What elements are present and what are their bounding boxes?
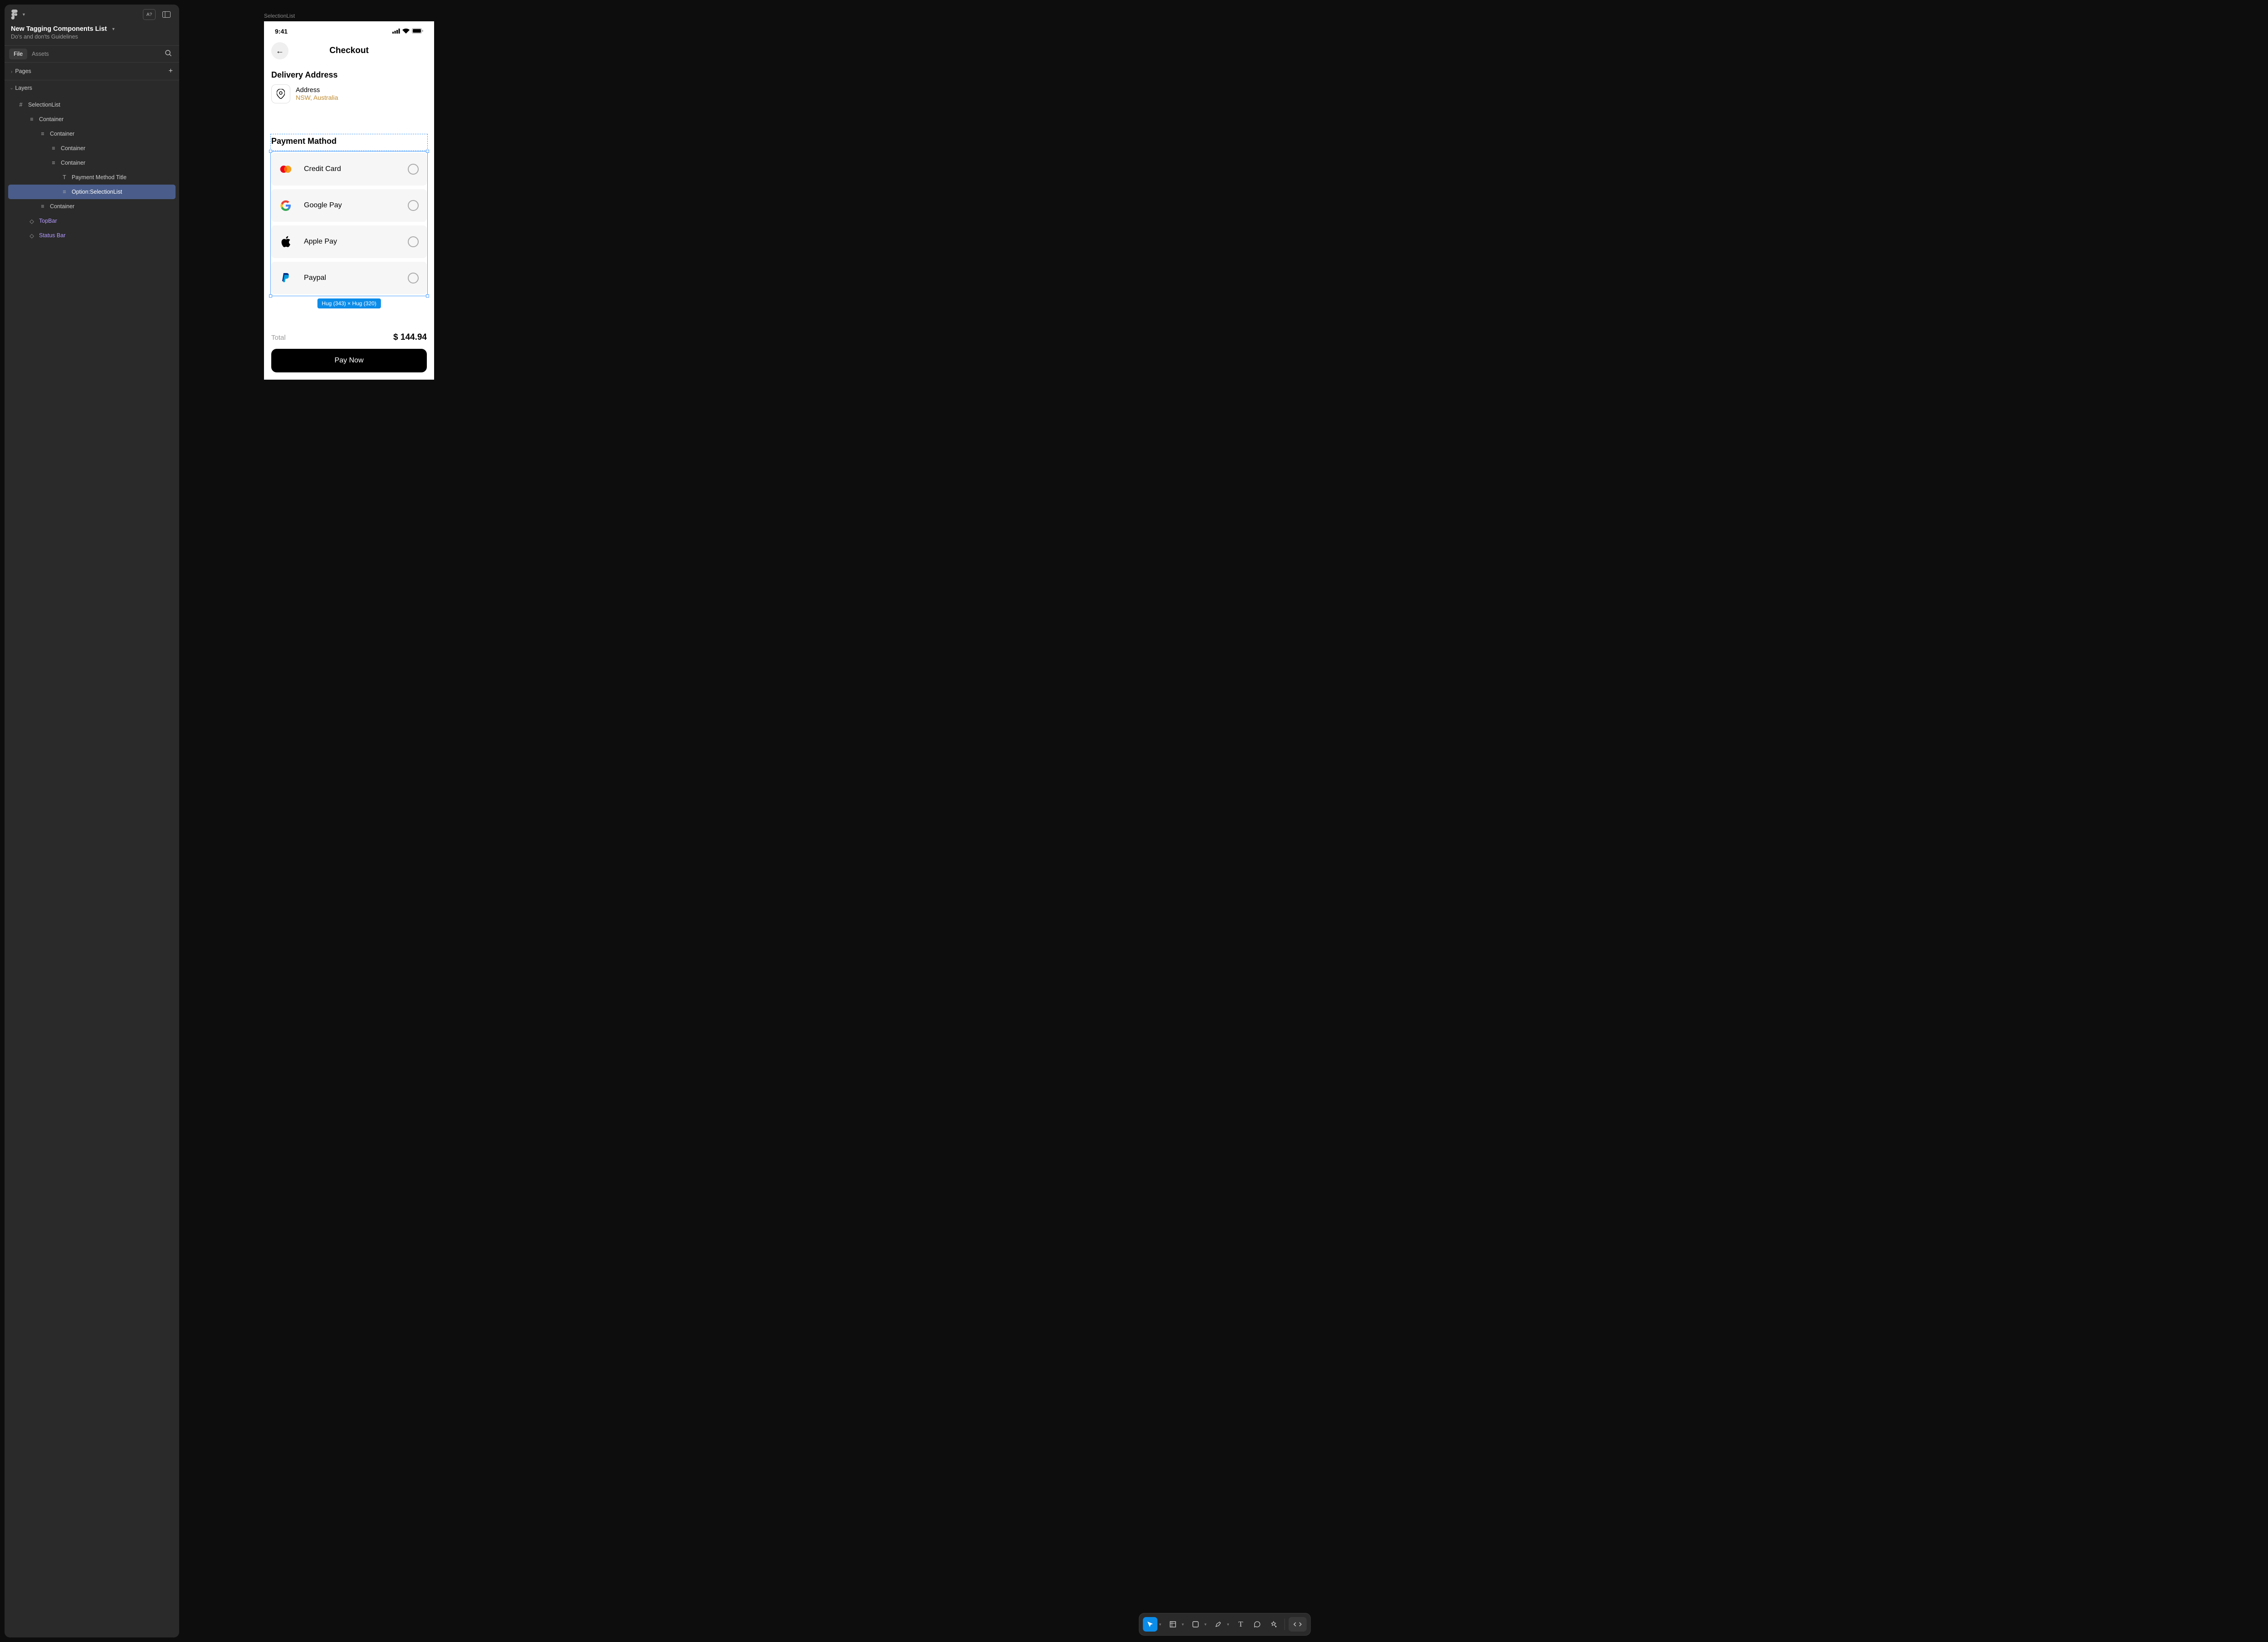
tab-assets[interactable]: Assets [27,49,54,59]
pages-label: Pages [15,68,31,74]
checkout-footer: Total $ 144.94 Pay Now [264,325,434,380]
resize-handle-br[interactable] [426,294,429,298]
toolbar-separator [1284,1618,1285,1630]
address-label: Address [296,87,338,94]
layer-container[interactable]: ≡Container [5,199,179,214]
arrow-left-icon: ← [276,46,284,56]
main-menu[interactable]: ▼ [11,10,26,20]
text-icon: T [61,174,68,181]
address-value: NSW, Australia [296,94,338,101]
chevron-down-icon: ▼ [22,12,26,17]
status-time: 9:41 [275,28,288,35]
rectangle-tool[interactable] [1188,1617,1203,1632]
autolayout-icon: ≡ [39,203,46,210]
pen-tool[interactable] [1211,1617,1225,1632]
actions-tool[interactable] [1266,1617,1281,1632]
tabs-row: File Assets [5,45,179,63]
panel-header: ▼ A? [5,5,179,23]
figma-logo-icon [11,10,18,20]
layer-container[interactable]: ≡Container [5,112,179,127]
chevron-down-icon[interactable]: ▼ [1181,1622,1185,1627]
move-tool[interactable] [1143,1617,1158,1632]
comment-tool[interactable] [1250,1617,1264,1632]
topbar: ← Checkout [264,39,434,65]
search-icon[interactable] [165,49,175,59]
bottom-toolbar: ▼ ▼ ▼ ▼ T [1139,1613,1311,1636]
layers-section[interactable]: ›Layers [5,80,179,96]
total-value: $ 144.94 [393,332,427,342]
layer-topbar[interactable]: ◇TopBar [5,214,179,228]
selection-dashed-outline [270,134,428,151]
status-bar: 9:41 [264,21,434,39]
autolayout-icon: ≡ [39,130,46,137]
component-icon: ◇ [28,232,35,239]
a-question-icon[interactable]: A? [143,9,156,20]
location-pin-icon [271,84,290,103]
layer-statusbar[interactable]: ◇Status Bar [5,228,179,243]
chevron-down-icon[interactable]: ▼ [1226,1622,1230,1627]
file-title-row[interactable]: New Tagging Components List ▼ [5,23,179,34]
address-row[interactable]: Address NSW, Australia [264,84,434,112]
layer-payment-title[interactable]: TPayment Method Title [5,170,179,185]
layers-list: #SelectionList ≡Container ≡Container ≡Co… [5,96,179,1637]
page-title: Checkout [329,46,369,56]
layer-container[interactable]: ≡Container [5,156,179,170]
add-page-icon[interactable]: + [169,67,173,75]
delivery-title: Delivery Address [264,65,434,84]
component-icon: ◇ [28,217,35,225]
resize-handle-bl[interactable] [269,294,272,298]
autolayout-icon: ≡ [50,145,57,152]
phone-frame[interactable]: 9:41 ← Checkout Delivery Address Address… [264,21,434,380]
wifi-icon [402,28,410,35]
selection-box[interactable]: Hug (343) × Hug (320) [270,151,428,296]
chevron-down-icon: ▼ [112,27,116,31]
selection-size-badge: Hug (343) × Hug (320) [317,298,381,308]
autolayout-icon: ≡ [28,116,35,123]
pages-section[interactable]: ›Pages + [5,63,179,80]
autolayout-icon: ≡ [61,188,68,195]
layer-selectionlist[interactable]: #SelectionList [5,98,179,112]
chevron-down-icon[interactable]: ▼ [1204,1622,1207,1627]
canvas[interactable]: SelectionList 9:41 ← Checkout Delivery A… [186,0,2263,1642]
resize-handle-tl[interactable] [269,150,272,153]
frame-label[interactable]: SelectionList [264,13,295,19]
layer-option-selectionlist[interactable]: ≡Option:SelectionList [8,185,176,199]
panel-toggle-icon[interactable] [160,9,173,20]
tab-file[interactable]: File [9,49,27,59]
autolayout-icon: ≡ [50,159,57,166]
chevron-down-icon[interactable]: ▼ [1158,1622,1162,1627]
frame-tool[interactable] [1166,1617,1180,1632]
file-title: New Tagging Components List [11,25,107,33]
back-button[interactable]: ← [271,42,288,59]
left-panel: ▼ A? New Tagging Components List ▼ Do's … [5,5,179,1637]
pay-now-button[interactable]: Pay Now [271,349,427,372]
resize-handle-tr[interactable] [426,150,429,153]
battery-icon [412,28,423,35]
layer-container[interactable]: ≡Container [5,127,179,141]
layer-container[interactable]: ≡Container [5,141,179,156]
total-label: Total [271,334,286,342]
dev-mode-toggle[interactable] [1288,1617,1306,1632]
cellular-icon [392,28,400,35]
frame-icon: # [17,101,24,108]
file-subtitle: Do's and don'ts Guidelines [5,34,179,45]
text-tool[interactable]: T [1233,1617,1248,1632]
layers-label: Layers [15,85,32,91]
